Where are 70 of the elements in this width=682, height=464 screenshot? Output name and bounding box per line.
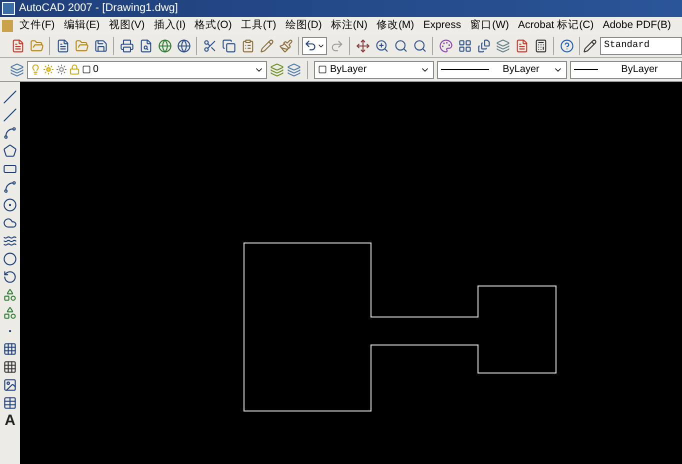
color-swatch-icon bbox=[82, 65, 91, 74]
polygon-icon[interactable] bbox=[3, 144, 17, 158]
calculator-icon[interactable] bbox=[534, 38, 548, 52]
undo-button[interactable] bbox=[302, 36, 327, 54]
folder-icon[interactable] bbox=[30, 38, 44, 52]
block-icon[interactable] bbox=[3, 288, 17, 302]
cloud-icon[interactable] bbox=[3, 216, 17, 230]
layer-dropdown[interactable]: 0 bbox=[27, 60, 267, 78]
grid-icon[interactable] bbox=[458, 38, 472, 52]
menu-item[interactable]: Acrobat 标记(C) bbox=[518, 20, 594, 31]
app-logo-icon bbox=[2, 2, 15, 15]
globe-icon[interactable] bbox=[158, 38, 172, 52]
linetype-dropdown[interactable]: ByLayer bbox=[437, 60, 567, 78]
zoom-previous-icon[interactable] bbox=[412, 38, 426, 52]
lineweight-value: ByLayer bbox=[620, 63, 659, 77]
color-value: ByLayer bbox=[330, 63, 368, 77]
zoom-in-icon[interactable] bbox=[374, 38, 388, 52]
zoom-icon[interactable] bbox=[394, 38, 408, 52]
polyline-icon[interactable] bbox=[3, 126, 17, 140]
color-dropdown[interactable]: ByLayer bbox=[314, 60, 434, 78]
menu-item[interactable]: 格式(O) bbox=[194, 20, 232, 31]
web-icon[interactable] bbox=[176, 38, 190, 52]
line-icon[interactable] bbox=[3, 90, 17, 104]
hatch-icon[interactable] bbox=[3, 342, 17, 356]
table-icon[interactable] bbox=[3, 396, 17, 410]
paste-icon[interactable] bbox=[240, 38, 254, 52]
sheet-icon[interactable] bbox=[476, 38, 490, 52]
rectangle-icon[interactable] bbox=[3, 162, 17, 176]
print-icon[interactable] bbox=[120, 38, 134, 52]
layer-current-icon[interactable] bbox=[270, 62, 284, 76]
arc-icon[interactable] bbox=[3, 180, 17, 194]
line-sample bbox=[441, 69, 489, 70]
menu-item[interactable]: 文件(F) bbox=[19, 20, 55, 31]
text-style-icon[interactable] bbox=[583, 38, 597, 52]
circle-icon[interactable] bbox=[3, 198, 17, 212]
menu-item[interactable]: 窗口(W) bbox=[470, 20, 510, 31]
menu-item[interactable]: 绘图(D) bbox=[285, 20, 322, 31]
sun-icon[interactable] bbox=[56, 64, 67, 75]
linetype-value: ByLayer bbox=[502, 63, 540, 77]
window-title: AutoCAD 2007 - [Drawing1.dwg] bbox=[19, 3, 178, 14]
color-swatch-icon bbox=[318, 65, 327, 74]
text-style-dropdown[interactable]: Standard bbox=[600, 36, 682, 54]
line-sample bbox=[574, 69, 598, 70]
menu-item[interactable]: 修改(M) bbox=[376, 20, 414, 31]
palette-icon[interactable] bbox=[438, 38, 452, 52]
pdf-file-icon[interactable] bbox=[10, 38, 24, 52]
preview-icon[interactable] bbox=[138, 38, 152, 52]
menu-item[interactable]: 视图(V) bbox=[108, 20, 145, 31]
open-folder-icon[interactable] bbox=[74, 38, 88, 52]
lineweight-dropdown[interactable]: ByLayer bbox=[570, 60, 682, 78]
menu-item[interactable]: Adobe PDF(B) bbox=[602, 20, 671, 31]
menu-item[interactable]: 编辑(E) bbox=[64, 20, 100, 31]
multiline-text-tool[interactable]: A bbox=[4, 412, 16, 430]
layer-previous-icon[interactable] bbox=[287, 62, 301, 76]
new-file-icon[interactable] bbox=[56, 38, 70, 52]
menu-item[interactable]: 标注(N) bbox=[330, 20, 368, 31]
layers-icon[interactable] bbox=[496, 38, 510, 52]
copy-icon[interactable] bbox=[222, 38, 236, 52]
help-icon[interactable] bbox=[560, 38, 574, 52]
cut-icon[interactable] bbox=[202, 38, 216, 52]
menu-item[interactable]: 工具(T) bbox=[240, 20, 276, 31]
save-icon[interactable] bbox=[94, 38, 108, 52]
menu-item[interactable]: 插入(I) bbox=[154, 20, 186, 31]
layer-manager-icon[interactable] bbox=[10, 62, 24, 76]
pan-icon[interactable] bbox=[356, 38, 370, 52]
menu-item[interactable]: Express bbox=[423, 20, 462, 31]
pencil-icon[interactable] bbox=[260, 38, 274, 52]
brush-icon[interactable] bbox=[278, 38, 292, 52]
layer-name: 0 bbox=[93, 63, 100, 77]
undo-icon bbox=[304, 39, 317, 52]
